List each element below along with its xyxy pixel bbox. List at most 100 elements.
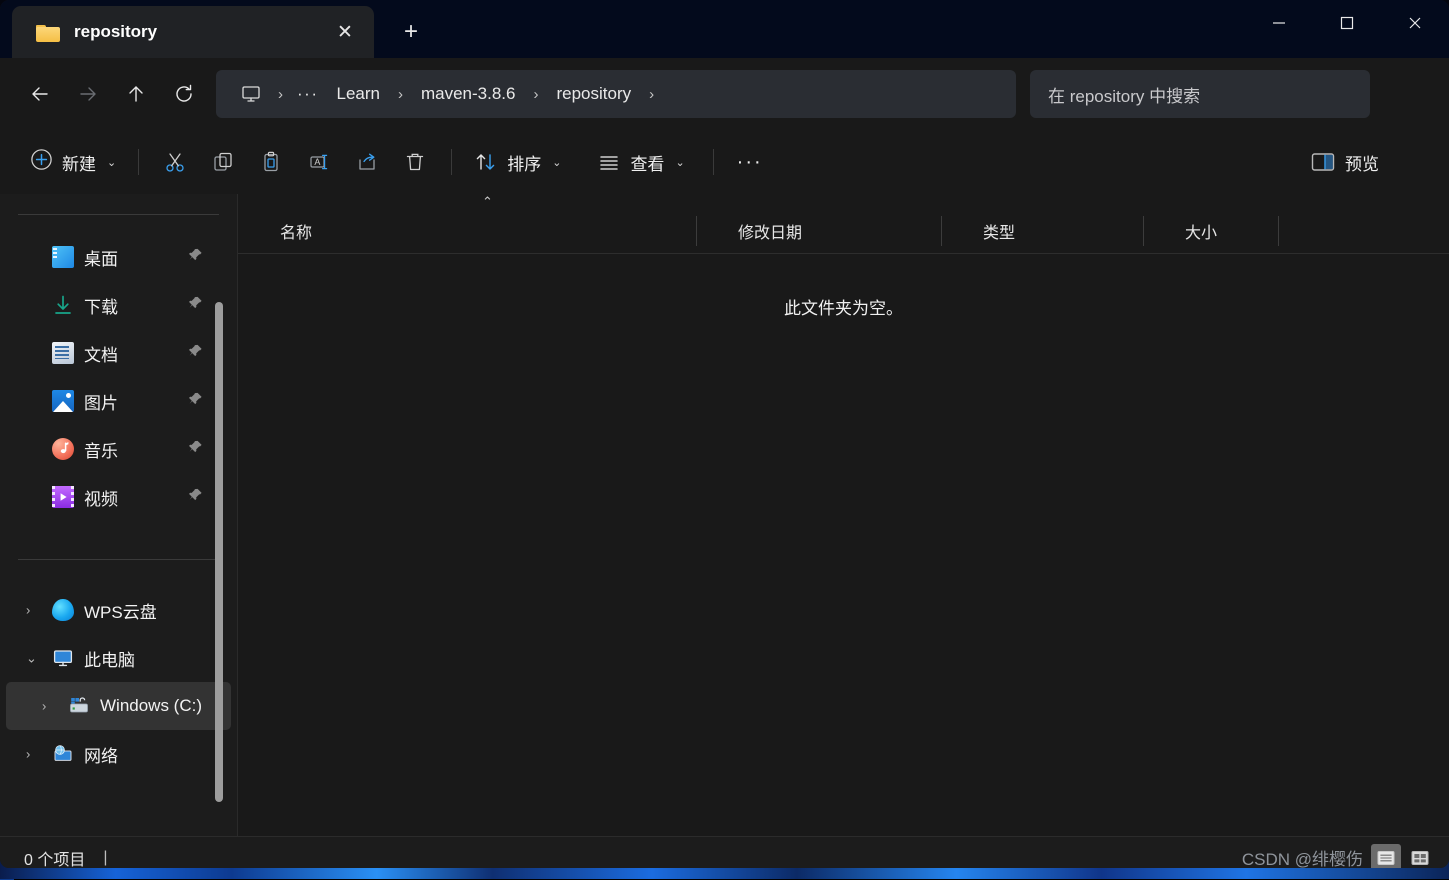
pin-icon[interactable] — [188, 248, 203, 267]
up-button[interactable] — [112, 72, 160, 116]
preview-pane-icon — [1310, 151, 1336, 173]
rename-button[interactable]: A — [295, 142, 343, 182]
address-bar-breadcrumb[interactable]: › ··· Learn › maven-3.8.6 › repository › — [216, 70, 1016, 118]
more-options-button[interactable]: ··· — [726, 142, 774, 182]
music-icon — [52, 438, 74, 460]
breadcrumb-item-learn[interactable]: Learn — [326, 80, 389, 108]
sidebar-item-network[interactable]: › 网络 — [6, 730, 231, 778]
sidebar-item-downloads[interactable]: 下载 — [6, 281, 231, 329]
sidebar-divider-top — [18, 214, 219, 215]
plus-circle-icon — [30, 148, 53, 176]
column-header-spacer — [1278, 208, 1378, 254]
back-button[interactable] — [16, 72, 64, 116]
sidebar-item-music[interactable]: 音乐 — [6, 425, 231, 473]
navigation-pane: 桌面 下载 文档 — [0, 194, 238, 836]
sidebar-item-documents[interactable]: 文档 — [6, 329, 231, 377]
tab-repository[interactable]: repository ✕ — [12, 6, 374, 58]
chevron-right-icon[interactable]: › — [26, 604, 30, 617]
breadcrumb-separator-1[interactable]: › — [392, 86, 409, 103]
sort-button-label: 排序 — [507, 150, 541, 175]
pin-icon[interactable] — [188, 296, 203, 315]
sidebar-item-wps-cloud[interactable]: › WPS云盘 — [6, 586, 231, 634]
column-header-label: 类型 — [983, 219, 1015, 243]
copy-button[interactable] — [199, 142, 247, 182]
column-header-type[interactable]: 类型 — [941, 208, 1143, 254]
view-button-label: 查看 — [630, 150, 664, 175]
paste-button[interactable] — [247, 142, 295, 182]
breadcrumb-separator-2[interactable]: › — [527, 86, 544, 103]
status-separator: | — [103, 849, 107, 867]
this-pc-icon[interactable] — [232, 83, 270, 105]
window-controls — [1245, 0, 1449, 58]
share-button[interactable] — [343, 142, 391, 182]
sidebar-item-this-pc[interactable]: ⌄ 此电脑 — [6, 634, 231, 682]
search-box[interactable]: 在 repository 中搜索 — [1030, 70, 1370, 118]
toolbar-divider-2 — [451, 149, 452, 175]
breadcrumb-separator-0[interactable]: › — [272, 86, 289, 103]
pin-icon[interactable] — [188, 488, 203, 507]
refresh-button[interactable] — [160, 72, 208, 116]
breadcrumb-item-maven[interactable]: maven-3.8.6 — [411, 80, 526, 108]
sidebar-item-pictures[interactable]: 图片 — [6, 377, 231, 425]
folder-icon — [36, 23, 60, 42]
close-tab-icon[interactable]: ✕ — [330, 17, 360, 47]
status-bar: 0 个项目 | CSDN @绯樱伤 — [0, 836, 1449, 868]
new-tab-button[interactable]: + — [392, 13, 430, 51]
breadcrumb-separator-3[interactable]: › — [643, 86, 660, 103]
wps-cloud-icon — [52, 599, 74, 621]
tab-title: repository — [74, 22, 330, 42]
details-view-button[interactable] — [1371, 844, 1401, 869]
sidebar-item-label: 下载 — [84, 293, 118, 318]
new-button[interactable]: 新建 ⌄ — [20, 142, 126, 182]
column-header-date-modified[interactable]: 修改日期 — [696, 208, 941, 254]
cut-button[interactable] — [151, 142, 199, 182]
file-explorer-window: repository ✕ + — [0, 0, 1449, 868]
sidebar-item-label: WPS云盘 — [84, 598, 157, 623]
sidebar-item-desktop[interactable]: 桌面 — [6, 233, 231, 281]
preview-pane-button[interactable]: 预览 — [1300, 142, 1389, 182]
pin-icon[interactable] — [188, 440, 203, 459]
sidebar-item-windows-c[interactable]: › Windows (C:) — [6, 682, 231, 730]
sidebar-item-videos[interactable]: 视频 — [6, 473, 231, 521]
sort-button[interactable]: 排序 ⌄ — [464, 142, 571, 182]
large-icons-view-button[interactable] — [1405, 844, 1435, 869]
column-header-name[interactable]: 名称 — [238, 208, 696, 254]
sidebar-item-label: 视频 — [84, 485, 118, 510]
explorer-body: 桌面 下载 文档 — [0, 194, 1449, 836]
chevron-right-icon[interactable]: › — [26, 748, 30, 761]
header-collapse-bar: ⌃ — [238, 194, 1449, 208]
breadcrumb-overflow[interactable]: ··· — [291, 84, 324, 104]
maximize-button[interactable] — [1313, 0, 1381, 45]
column-header-row: 名称 修改日期 类型 大小 — [238, 208, 1449, 254]
new-button-label: 新建 — [62, 150, 96, 175]
sidebar-scrollbar-thumb[interactable] — [215, 302, 223, 802]
breadcrumb-item-repository[interactable]: repository — [546, 80, 641, 108]
sort-icon — [474, 150, 498, 174]
sidebar-item-label: Windows (C:) — [100, 696, 202, 716]
drive-icon — [68, 695, 90, 717]
sidebar-item-label: 音乐 — [84, 437, 118, 462]
item-count-label: 0 个项目 — [24, 846, 85, 869]
chevron-right-icon[interactable]: › — [42, 700, 46, 713]
sidebar-scrollbar[interactable] — [215, 302, 223, 802]
minimize-button[interactable] — [1245, 0, 1313, 45]
column-header-size[interactable]: 大小 — [1143, 208, 1278, 254]
column-header-label: 名称 — [280, 219, 312, 243]
view-button[interactable]: 查看 ⌄ — [587, 142, 694, 182]
copy-icon — [211, 150, 235, 174]
sidebar-divider-mid — [18, 559, 219, 560]
title-bar: repository ✕ + — [0, 0, 1449, 58]
pictures-icon — [52, 390, 74, 412]
sidebar-item-label: 图片 — [84, 389, 118, 414]
pin-icon[interactable] — [188, 392, 203, 411]
chevron-down-icon[interactable]: ⌄ — [26, 652, 37, 665]
sidebar-item-label: 此电脑 — [84, 646, 135, 671]
delete-icon — [403, 150, 427, 174]
column-header-label: 修改日期 — [738, 219, 802, 243]
forward-button — [64, 72, 112, 116]
search-placeholder: 在 repository 中搜索 — [1048, 82, 1200, 107]
close-button[interactable] — [1381, 0, 1449, 45]
delete-button[interactable] — [391, 142, 439, 182]
pin-icon[interactable] — [188, 344, 203, 363]
svg-text:A: A — [315, 157, 321, 167]
